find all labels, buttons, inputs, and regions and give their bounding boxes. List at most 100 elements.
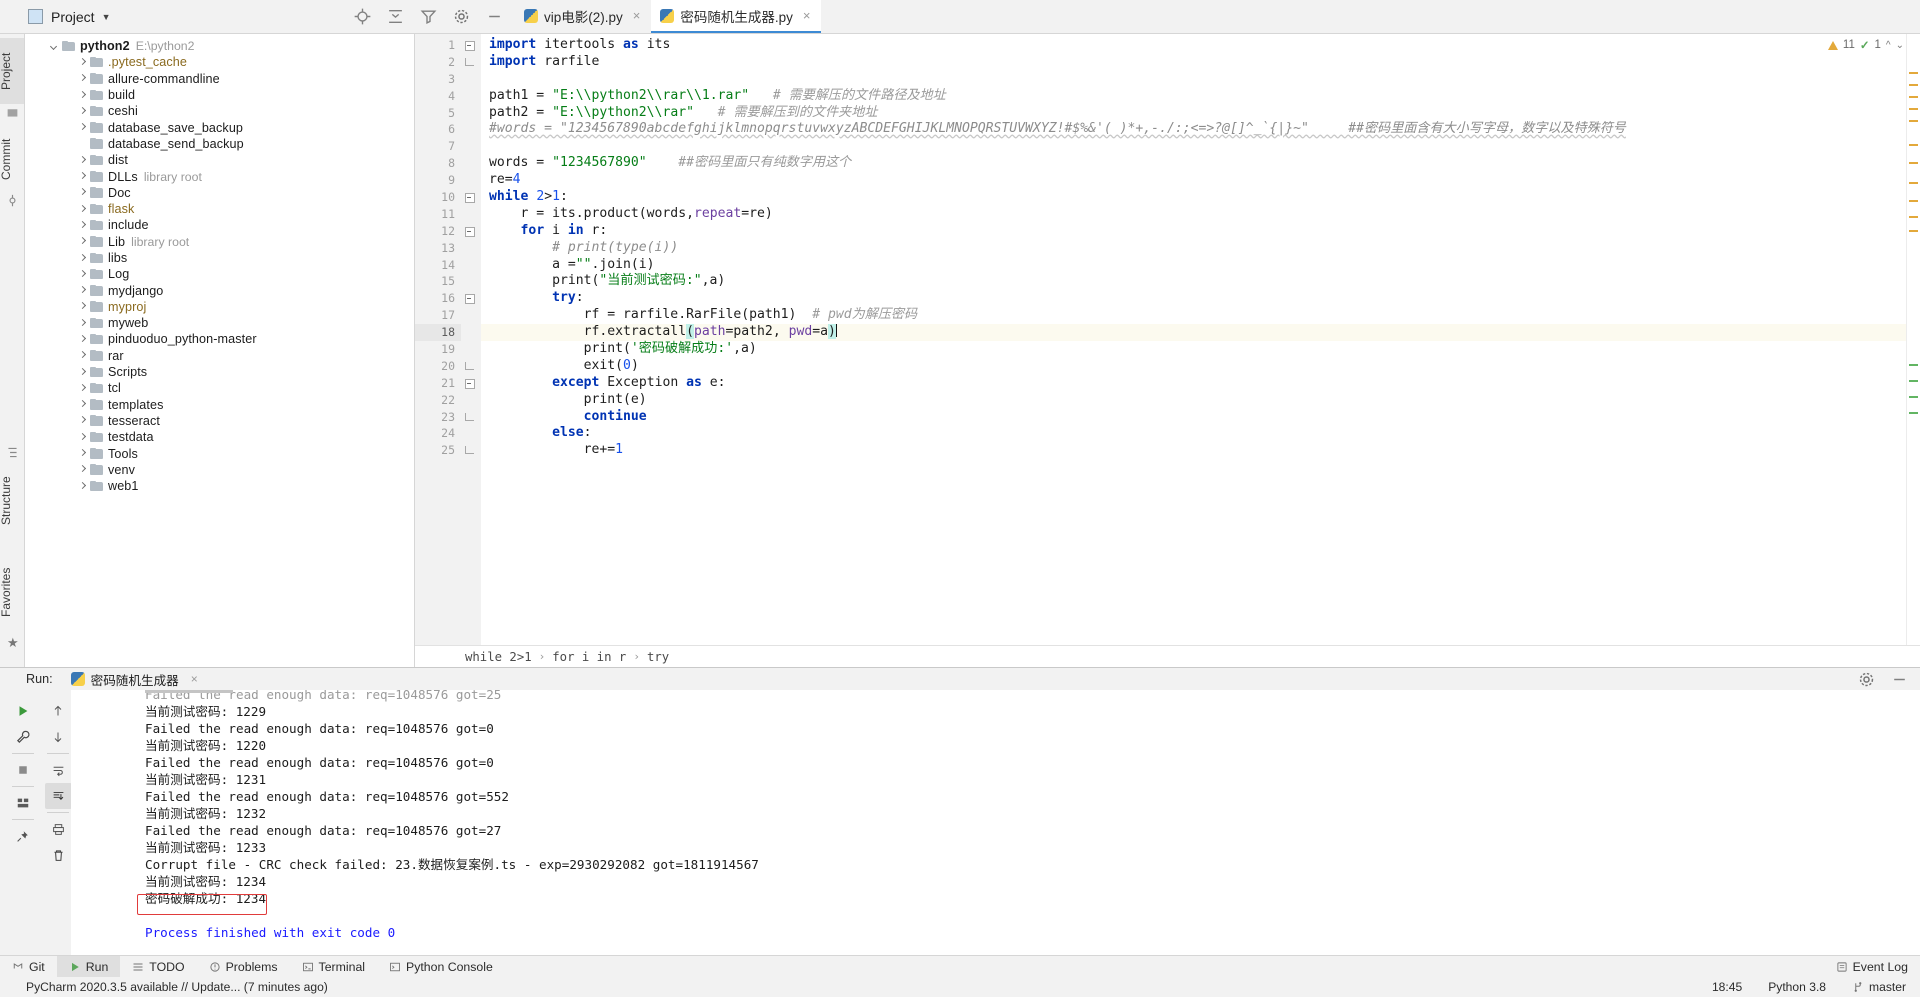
tree-item-dist[interactable]: dist — [25, 152, 414, 168]
code-line[interactable]: exit(0) — [481, 358, 1906, 375]
code-line[interactable]: while 2>1: — [481, 189, 1906, 206]
chevron-right-icon[interactable] — [77, 383, 88, 394]
chevron-right-icon[interactable] — [77, 415, 88, 426]
tree-item-flask[interactable]: flask — [25, 201, 414, 217]
chevron-right-icon[interactable] — [77, 122, 88, 133]
tree-item-database-save-backup[interactable]: database_save_backup — [25, 119, 414, 135]
chevron-right-icon[interactable] — [77, 464, 88, 475]
status-item-run[interactable]: Run — [57, 956, 121, 977]
code-line[interactable] — [481, 71, 1906, 88]
hide-panel-icon[interactable] — [486, 8, 503, 25]
tree-item-build[interactable]: build — [25, 87, 414, 103]
chevron-right-icon[interactable] — [77, 220, 88, 231]
stop-button[interactable] — [9, 757, 36, 783]
gear-icon[interactable] — [453, 8, 470, 25]
close-icon[interactable]: × — [191, 672, 198, 686]
code-line[interactable]: re=4 — [481, 172, 1906, 189]
tree-item-venv[interactable]: venv — [25, 462, 414, 478]
editor-tab-1[interactable]: 密码随机生成器.py × — [651, 0, 821, 33]
code-line[interactable]: import itertools as its — [481, 37, 1906, 54]
breadcrumb-item-2[interactable]: try — [647, 650, 669, 664]
sidebar-item-structure[interactable]: Structure — [0, 463, 24, 539]
chevron-down-icon[interactable]: ⌄ — [1896, 40, 1904, 51]
chevron-right-icon[interactable] — [77, 253, 88, 264]
status-item-problems[interactable]: Problems — [197, 956, 290, 977]
breadcrumb-item-1[interactable]: for i in r — [552, 650, 626, 664]
fold-marker[interactable] — [461, 290, 481, 307]
run-configuration-tab[interactable]: 密码随机生成器 × — [71, 670, 198, 689]
tree-item-pinduoduo-python-master[interactable]: pinduoduo_python-master — [25, 331, 414, 347]
tree-item-libs[interactable]: libs — [25, 250, 414, 266]
tree-item-database-send-backup[interactable]: database_send_backup — [25, 136, 414, 152]
tree-item-mydjango[interactable]: mydjango — [25, 282, 414, 298]
tree-item-include[interactable]: include — [25, 217, 414, 233]
branch-indicator[interactable]: master — [1852, 980, 1906, 994]
locate-icon[interactable] — [354, 8, 371, 25]
chevron-right-icon[interactable] — [77, 106, 88, 117]
chevron-right-icon[interactable] — [77, 318, 88, 329]
chevron-right-icon[interactable] — [77, 171, 88, 182]
tree-item-tcl[interactable]: tcl — [25, 380, 414, 396]
code-line[interactable]: path1 = "E:\\python2\\rar\\1.rar" # 需要解压… — [481, 88, 1906, 105]
fold-marker[interactable] — [461, 375, 481, 392]
chevron-right-icon[interactable] — [77, 285, 88, 296]
collapse-all-icon[interactable] — [387, 8, 404, 25]
scroll-up-button[interactable] — [45, 698, 72, 724]
code-line[interactable]: print(e) — [481, 392, 1906, 409]
chevron-right-icon[interactable] — [77, 90, 88, 101]
chevron-right-icon[interactable] — [77, 204, 88, 215]
breadcrumb-item-0[interactable]: while 2>1 — [465, 650, 532, 664]
code-line[interactable]: words = "1234567890" ##密码里面只有纯数字用这个 — [481, 155, 1906, 172]
chevron-right-icon[interactable] — [77, 432, 88, 443]
scroll-to-end-button[interactable] — [45, 783, 72, 809]
tree-item-allure-commandline[interactable]: allure-commandline — [25, 71, 414, 87]
fold-marker[interactable] — [461, 37, 481, 54]
code-line[interactable]: #words = "1234567890abcdefghijklmnopqrst… — [481, 121, 1906, 138]
tree-item-tools[interactable]: Tools — [25, 445, 414, 461]
clear-all-button[interactable] — [45, 842, 72, 868]
chevron-right-icon[interactable] — [77, 399, 88, 410]
chevron-right-icon[interactable] — [77, 448, 88, 459]
tree-item-testdata[interactable]: testdata — [25, 429, 414, 445]
chevron-down-icon[interactable] — [49, 41, 60, 52]
tree-item-scripts[interactable]: Scripts — [25, 364, 414, 380]
code-line[interactable]: continue — [481, 409, 1906, 426]
error-stripe-gutter[interactable] — [1906, 34, 1920, 645]
tree-item-dlls[interactable]: DLLslibrary root — [25, 168, 414, 184]
chevron-right-icon[interactable] — [77, 350, 88, 361]
tree-root-row[interactable]: python2 E:\python2 — [25, 38, 414, 54]
code-line[interactable]: except Exception as e: — [481, 375, 1906, 392]
print-button[interactable] — [45, 816, 72, 842]
run-settings-button[interactable] — [9, 724, 36, 750]
code-line[interactable]: print('密码破解成功:',a) — [481, 341, 1906, 358]
sidebar-item-favorites[interactable]: Favorites — [0, 553, 24, 631]
hide-panel-icon[interactable] — [1891, 671, 1908, 688]
code-line[interactable]: rf = rarfile.RarFile(path1) # pwd为解压密码 — [481, 307, 1906, 324]
chevron-right-icon[interactable] — [77, 187, 88, 198]
pin-button[interactable] — [9, 823, 36, 849]
tree-item-ceshi[interactable]: ceshi — [25, 103, 414, 119]
chevron-right-icon[interactable] — [77, 367, 88, 378]
chevron-right-icon[interactable] — [77, 57, 88, 68]
tree-item-web1[interactable]: web1 — [25, 478, 414, 494]
tree-item-tesseract[interactable]: tesseract — [25, 413, 414, 429]
update-message[interactable]: PyCharm 2020.3.5 available // Update... … — [26, 980, 328, 994]
chevron-right-icon[interactable] — [77, 236, 88, 247]
layout-button[interactable] — [9, 790, 36, 816]
code-line[interactable]: # print(type(i)) — [481, 240, 1906, 257]
console-output[interactable]: Failed the read enough data: req=1048576… — [71, 690, 1920, 955]
fold-marker[interactable] — [461, 442, 481, 459]
chevron-right-icon[interactable] — [77, 301, 88, 312]
editor-tab-0[interactable]: vip电影(2).py × — [515, 0, 651, 33]
sidebar-item-project[interactable]: Project — [0, 38, 24, 104]
tree-item--pytest-cache[interactable]: .pytest_cache — [25, 54, 414, 70]
rerun-button[interactable] — [9, 698, 36, 724]
code-line[interactable]: print("当前测试密码:",a) — [481, 273, 1906, 290]
sidebar-item-commit[interactable]: Commit — [0, 126, 24, 192]
fold-marker[interactable] — [461, 358, 481, 375]
tree-item-doc[interactable]: Doc — [25, 185, 414, 201]
tree-item-log[interactable]: Log — [25, 266, 414, 282]
tree-item-rar[interactable]: rar — [25, 348, 414, 364]
fold-marker[interactable] — [461, 54, 481, 71]
soft-wrap-button[interactable] — [45, 757, 72, 783]
